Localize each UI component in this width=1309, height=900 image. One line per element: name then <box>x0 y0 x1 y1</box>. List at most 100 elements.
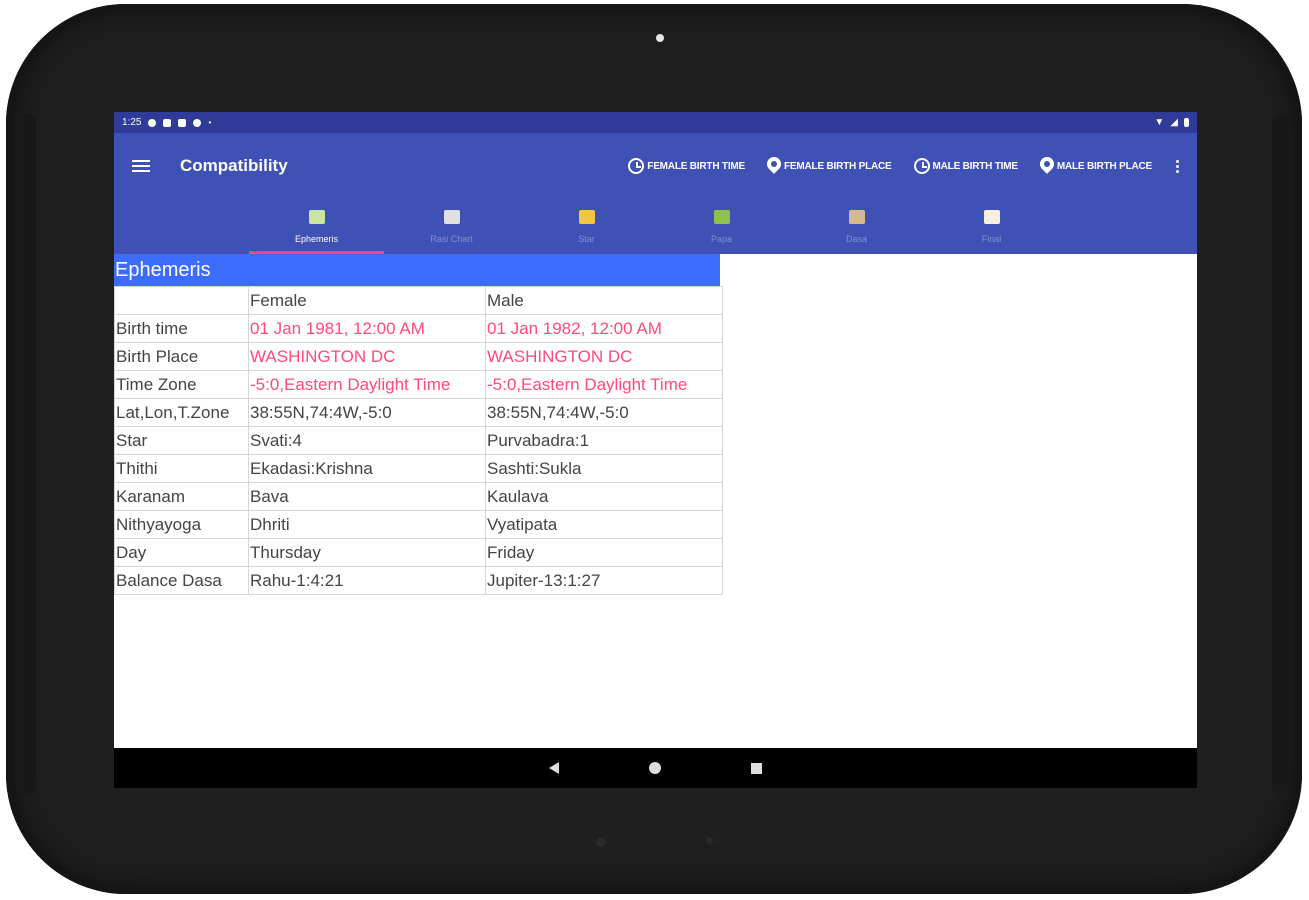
tab-label: Papa <box>710 233 733 244</box>
front-camera <box>656 34 664 42</box>
female-value-cell: Ekadasi:Krishna <box>248 454 486 483</box>
clock-icon <box>628 158 645 174</box>
male-value-cell: Purvabadra:1 <box>485 426 723 455</box>
tab-label: Rasi Chart <box>430 233 473 244</box>
table-row: Birth Place WASHINGTON DC WASHINGTON DC <box>114 342 723 371</box>
home-icon[interactable] <box>649 762 661 774</box>
female-value-cell: Thursday <box>248 538 486 567</box>
male-value-cell: Kaulava <box>485 482 723 511</box>
overflow-menu-icon[interactable] <box>1176 159 1179 173</box>
table-row: Star Svati:4 Purvabadra:1 <box>114 426 723 455</box>
tab-bar: Ephemeris Rasi Chart Star Papa Dasa Final <box>114 199 1197 254</box>
device-screen: 1:25 • ▼ ◢ Compatibility FEMALE BIRTH TI… <box>114 112 1197 788</box>
tab-icon <box>443 209 460 224</box>
clock-icon <box>913 158 930 174</box>
hardware-sensor <box>706 837 713 844</box>
male-value-cell: WASHINGTON DC <box>485 342 723 371</box>
female-birth-place-button[interactable]: FEMALE BIRTH PLACE <box>767 157 892 175</box>
notification-icon <box>163 118 172 127</box>
notification-icon <box>148 118 157 127</box>
row-label-cell: Thithi <box>114 454 249 483</box>
tab-label: Final <box>981 233 1002 244</box>
tab-star[interactable]: Star <box>519 199 654 254</box>
status-time: 1:25 <box>122 117 142 128</box>
male-value-cell: Sashti:Sukla <box>485 454 723 483</box>
tab-ephemeris[interactable]: Ephemeris <box>249 199 384 254</box>
location-pin-icon <box>767 157 781 175</box>
notification-icon <box>193 118 202 127</box>
tablet-edge-right <box>1272 114 1288 794</box>
male-value-cell: Friday <box>485 538 723 567</box>
system-nav-bar <box>114 748 1197 788</box>
signal-icon: ◢ <box>1170 117 1178 128</box>
table-header-cell <box>114 286 249 315</box>
row-label-cell: Birth Place <box>114 342 249 371</box>
app-bar-actions: FEMALE BIRTH TIME FEMALE BIRTH PLACE MAL… <box>628 157 1179 175</box>
app-title: Compatibility <box>180 156 288 175</box>
wifi-icon: ▼ <box>1154 117 1165 128</box>
female-value-cell: WASHINGTON DC <box>248 342 486 371</box>
location-pin-icon <box>1040 157 1054 175</box>
row-label-cell: Balance Dasa <box>114 566 249 595</box>
action-label: MALE BIRTH PLACE <box>1056 160 1152 172</box>
table-row: Time Zone -5:0,Eastern Daylight Time -5:0,… <box>114 370 723 399</box>
status-bar: 1:25 • ▼ ◢ <box>114 112 1197 133</box>
action-label: MALE BIRTH TIME <box>932 160 1019 172</box>
table-header-cell: Male <box>485 286 723 315</box>
row-label-cell: Karanam <box>114 482 249 511</box>
row-label-cell: Time Zone <box>114 370 249 399</box>
tab-papa[interactable]: Papa <box>654 199 789 254</box>
action-label: FEMALE BIRTH PLACE <box>784 160 892 172</box>
recent-apps-icon[interactable] <box>751 762 762 774</box>
table-row: Lat,Lon,T.Zone 38:55N,74:4W,-5:0 38:55N,74… <box>114 398 723 427</box>
main-content: Ephemeris Female Male Birth time 01 Jan 1… <box>114 254 1197 595</box>
table-row: Nithyayoga Dhriti Vyatipata <box>114 510 723 539</box>
female-value-cell: Svati:4 <box>248 426 486 455</box>
tab-label: Star <box>578 233 595 244</box>
table-row: Thithi Ekadasi:Krishna Sashti:Sukla <box>114 454 723 483</box>
row-label-cell: Day <box>114 538 249 567</box>
table-row: Balance Dasa Rahu-1:4:21 Jupiter-13:1:27 <box>114 566 723 595</box>
row-label-cell: Nithyayoga <box>114 510 249 539</box>
female-value-cell: 01 Jan 1981, 12:00 AM <box>248 314 486 343</box>
male-value-cell: 01 Jan 1982, 12:00 AM <box>485 314 723 343</box>
tab-icon <box>848 209 865 224</box>
hamburger-menu-icon[interactable] <box>132 160 150 172</box>
table-row: Birth time 01 Jan 1981, 12:00 AM 01 Jan 19… <box>114 314 723 343</box>
back-icon[interactable] <box>549 762 559 774</box>
tab-icon <box>308 209 325 224</box>
male-value-cell: 38:55N,74:4W,-5:0 <box>485 398 723 427</box>
ephemeris-title: Ephemeris <box>114 254 720 286</box>
tab-label: Ephemeris <box>294 233 339 244</box>
ephemeris-table: Female Male Birth time 01 Jan 1981, 12:00… <box>114 286 723 595</box>
table-row: Karanam Bava Kaulava <box>114 482 723 511</box>
tablet-edge-left <box>20 114 36 794</box>
row-label-cell: Birth time <box>114 314 249 343</box>
notification-icon <box>178 118 187 127</box>
tab-rasi-chart[interactable]: Rasi Chart <box>384 199 519 254</box>
tab-dasa[interactable]: Dasa <box>789 199 924 254</box>
female-value-cell: Bava <box>248 482 486 511</box>
hardware-sensor <box>596 837 606 847</box>
male-birth-place-button[interactable]: MALE BIRTH PLACE <box>1040 157 1152 175</box>
row-label-cell: Star <box>114 426 249 455</box>
tab-final[interactable]: Final <box>924 199 1059 254</box>
female-value-cell: Dhriti <box>248 510 486 539</box>
female-value-cell: 38:55N,74:4W,-5:0 <box>248 398 486 427</box>
table-header-cell: Female <box>248 286 486 315</box>
row-label-cell: Lat,Lon,T.Zone <box>114 398 249 427</box>
action-label: FEMALE BIRTH TIME <box>647 160 746 172</box>
male-value-cell: Vyatipata <box>485 510 723 539</box>
app-bar: Compatibility FEMALE BIRTH TIME FEMALE B… <box>114 133 1197 199</box>
male-birth-time-button[interactable]: MALE BIRTH TIME <box>913 158 1019 174</box>
female-birth-time-button[interactable]: FEMALE BIRTH TIME <box>628 158 745 174</box>
battery-icon <box>1184 118 1189 127</box>
male-value-cell: -5:0,Eastern Daylight Time <box>485 370 723 399</box>
female-value-cell: Rahu-1:4:21 <box>248 566 486 595</box>
male-value-cell: Jupiter-13:1:27 <box>485 566 723 595</box>
tab-icon <box>578 209 595 224</box>
tab-icon <box>713 209 730 224</box>
tab-icon <box>983 209 1000 224</box>
table-header-row: Female Male <box>114 286 723 315</box>
table-row: Day Thursday Friday <box>114 538 723 567</box>
